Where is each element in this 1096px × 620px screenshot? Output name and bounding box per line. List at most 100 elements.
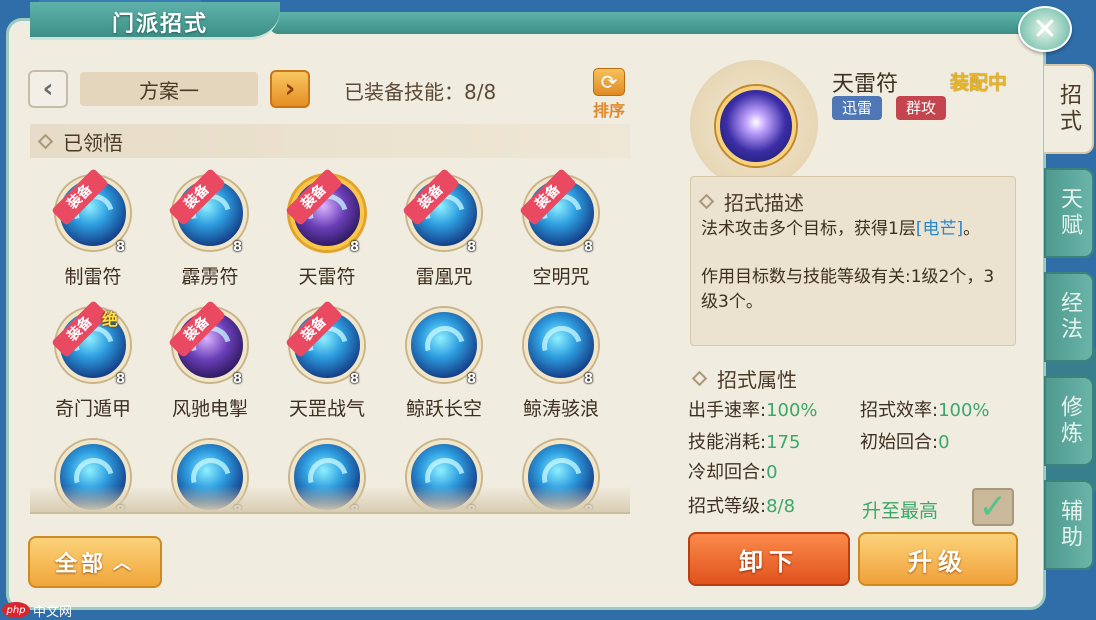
refresh-icon: ⟳ <box>593 68 625 96</box>
attr-label: 招式效率: <box>860 400 939 421</box>
description-prefix: 法术攻击多个目标，获得1层 <box>701 219 916 239</box>
skill-item-selected[interactable]: 装备 8 天雷符 <box>270 166 380 288</box>
attr-value: 8/8 <box>766 496 796 517</box>
watermark-logo: php <box>2 602 30 618</box>
skill-name: 天雷符 <box>298 266 356 288</box>
title-bar-line <box>270 12 1030 34</box>
equipping-status: 装配中 <box>950 72 1008 94</box>
skill-level: 8 <box>350 372 360 387</box>
filter-all-button[interactable]: 全部 ︿ <box>28 536 162 588</box>
skill-level: 8 <box>116 240 126 255</box>
attr-value: 100% <box>766 400 818 421</box>
attr-label: 技能消耗: <box>688 432 767 453</box>
attr-cooldown: 冷却回合:0 <box>688 458 778 484</box>
skill-level: 8 <box>584 372 594 387</box>
attr-speed: 出手速率:100% <box>688 396 818 422</box>
skill-level: 8 <box>233 240 243 255</box>
tag-type: 迅雷 <box>832 96 883 120</box>
upgrade-button[interactable]: 升级 <box>858 532 1018 586</box>
attr-label: 初始回合: <box>860 432 939 453</box>
equipped-skill-count: 已装备技能：8/8 <box>344 80 497 104</box>
skill-name: 天罡战气 <box>288 398 365 420</box>
skill-grid: 装备 8 制雷符 装备 8 霹雳符 装备 8 天雷符 装备 8 雷凰咒 装备 8… <box>30 160 630 512</box>
selected-skill-name: 天雷符 <box>832 72 899 97</box>
sort-label: 排序 <box>592 101 625 120</box>
skill-name: 鲸跃长空 <box>405 398 482 420</box>
window-title: 门派招式 <box>112 12 209 37</box>
scheme-next-button[interactable]: › <box>270 70 310 108</box>
checkmark-icon: ✓ <box>978 487 1008 527</box>
skill-name: 雷凰咒 <box>415 266 473 288</box>
skill-item[interactable]: 装备 8 风驰电掣 <box>153 298 263 420</box>
attr-value: 0 <box>766 462 778 483</box>
attr-value: 0 <box>938 432 950 453</box>
sort-button[interactable]: ⟳ 排序 <box>584 68 634 122</box>
upgrade-to-max-checkbox[interactable]: ✓ <box>972 487 1014 527</box>
skill-name: 鲸涛骇浪 <box>522 398 599 420</box>
attr-skill-level: 招式等级:8/8 <box>688 492 795 518</box>
attributes-header: 招式属性 <box>691 364 797 393</box>
selected-skill-frame <box>690 60 818 188</box>
skill-item[interactable]: 装备 8 天罡战气 <box>270 298 380 420</box>
skill-icon <box>407 308 481 382</box>
scheme-prev-button[interactable]: ‹ <box>28 70 68 108</box>
skill-level: 8 <box>350 240 360 255</box>
skill-name: 风驰电掣 <box>171 398 248 420</box>
skill-item[interactable]: 8 鲸涛骇浪 <box>504 298 614 420</box>
selected-skill-icon <box>716 86 796 166</box>
learned-section-title: 已领悟 <box>63 130 123 155</box>
attributes-title: 招式属性 <box>717 368 797 392</box>
diamond-icon <box>37 133 54 149</box>
skill-level: 8 <box>116 372 126 387</box>
scheme-name[interactable]: 方案一 <box>80 72 258 106</box>
ultimate-mark: 绝 <box>102 310 119 329</box>
attr-value: 175 <box>766 432 801 453</box>
description-title: 招式描述 <box>724 191 804 215</box>
unload-button[interactable]: 卸下 <box>688 532 850 586</box>
skill-name: 空明咒 <box>532 266 590 288</box>
skill-item[interactable]: 装备 绝 8 奇门遁甲 <box>36 298 146 420</box>
skill-level: 8 <box>467 240 477 255</box>
upgrade-to-max-label: 升至最高 <box>862 500 939 522</box>
skill-grid-fade <box>30 486 630 514</box>
chevron-right-icon: › <box>284 74 296 104</box>
attr-cost: 技能消耗:175 <box>688 428 800 454</box>
tab-moves[interactable]: 招式 <box>1044 64 1094 154</box>
skill-icon <box>524 308 598 382</box>
filter-label: 全部 <box>54 552 107 577</box>
description-extra: 作用目标数与技能等级有关:1级2个，3级3个。 <box>701 267 995 312</box>
skill-item[interactable]: 8 鲸跃长空 <box>387 298 497 420</box>
skill-item[interactable]: 装备 8 雷凰咒 <box>387 166 497 288</box>
watermark-text: 中文网 <box>33 604 73 620</box>
skill-item[interactable]: 装备 8 空明咒 <box>504 166 614 288</box>
chevron-left-icon: ‹ <box>42 74 54 104</box>
tab-scripture[interactable]: 经法 <box>1044 272 1094 362</box>
attr-label: 出手速率: <box>688 400 767 421</box>
skill-description-box: 招式描述 法术攻击多个目标，获得1层[电芒]。 作用目标数与技能等级有关:1级2… <box>690 176 1016 346</box>
diamond-icon <box>691 370 708 387</box>
close-button[interactable]: ✕ <box>1018 6 1072 52</box>
description-text: 法术攻击多个目标，获得1层[电芒]。 <box>701 217 1007 242</box>
description-header: 招式描述 <box>698 187 804 216</box>
skill-level: 8 <box>467 372 477 387</box>
close-icon: ✕ <box>1032 11 1058 47</box>
tab-cultivation[interactable]: 修炼 <box>1044 376 1094 466</box>
tab-talent[interactable]: 天赋 <box>1044 168 1094 258</box>
attr-efficiency: 招式效率:100% <box>860 396 990 422</box>
tag-target: 群攻 <box>896 96 947 120</box>
attr-label: 招式等级: <box>688 496 767 517</box>
skill-item[interactable]: 装备 8 霹雳符 <box>153 166 263 288</box>
chevron-up-icon: ︿ <box>113 553 135 574</box>
diamond-icon <box>698 193 715 210</box>
skill-name: 制雷符 <box>64 266 122 288</box>
attr-label: 冷却回合: <box>688 462 767 483</box>
watermark: php 中文网 <box>2 600 92 620</box>
skill-level: 8 <box>584 240 594 255</box>
buff-link[interactable]: [电芒] <box>916 219 963 239</box>
attr-value: 100% <box>938 400 990 421</box>
skill-level: 8 <box>233 372 243 387</box>
skill-item[interactable]: 装备 8 制雷符 <box>36 166 146 288</box>
learned-section-header: 已领悟 <box>30 124 630 158</box>
tab-assist[interactable]: 辅助 <box>1044 480 1094 570</box>
attr-start-round: 初始回合:0 <box>860 428 950 454</box>
